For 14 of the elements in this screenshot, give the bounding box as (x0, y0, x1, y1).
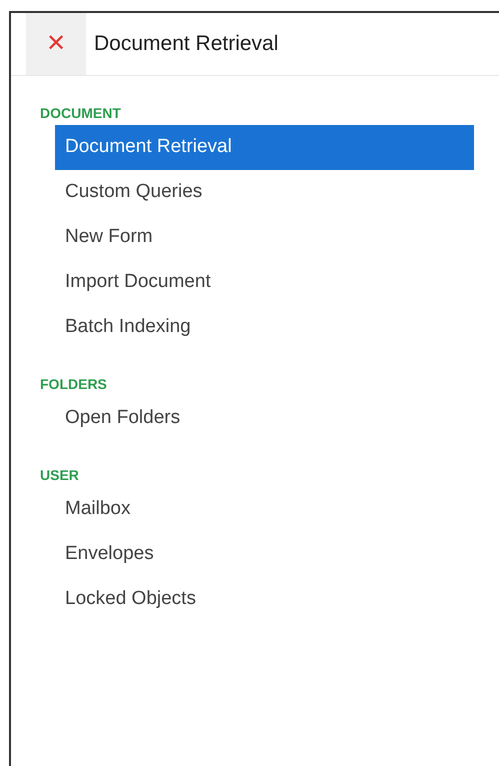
menu-item[interactable]: Batch Indexing (55, 305, 474, 350)
menu-item[interactable]: Envelopes (55, 532, 474, 577)
menu-item[interactable]: Locked Objects (55, 577, 474, 622)
section-heading: FOLDERS (40, 375, 107, 394)
section-heading: DOCUMENT (40, 104, 121, 123)
menu-item[interactable]: Import Document (55, 260, 474, 305)
menu-item[interactable]: Mailbox (55, 487, 474, 532)
menu-item[interactable]: Custom Queries (55, 170, 474, 215)
menu-item[interactable]: Document Retrieval (55, 125, 474, 170)
header-title: Document Retrieval (94, 31, 278, 58)
menu-item[interactable]: Open Folders (55, 396, 474, 441)
close-button[interactable]: ✕ (26, 13, 86, 75)
section-heading: USER (40, 466, 79, 485)
menu-item[interactable]: New Form (55, 215, 474, 260)
